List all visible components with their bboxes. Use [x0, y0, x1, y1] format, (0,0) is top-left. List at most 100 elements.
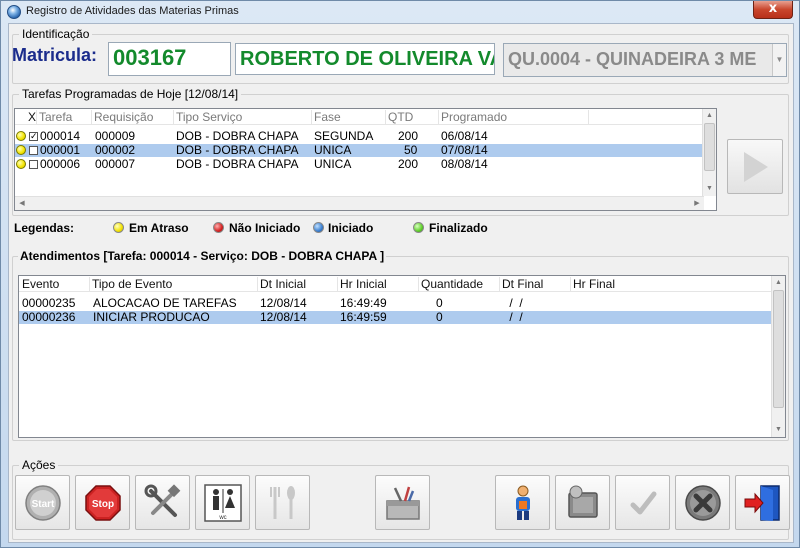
col-qtd[interactable]: QTD	[386, 110, 439, 124]
row-checkbox[interactable]	[29, 160, 38, 169]
atendimentos-title: Atendimentos [Tarefa: 000014 - Serviço: …	[18, 249, 387, 263]
status-em-atraso-icon	[16, 159, 26, 169]
scroll-down-icon[interactable]: ▼	[772, 423, 785, 437]
em-atraso-dot-icon	[113, 222, 124, 233]
checkmark-icon	[630, 491, 657, 515]
col-fase[interactable]: Fase	[312, 110, 386, 124]
cell-requisicao: 000002	[95, 143, 136, 157]
scroll-thumb[interactable]	[704, 123, 715, 171]
table-row[interactable]: 00000235 ALOCACAO DE TAREFAS 12/08/14 16…	[19, 297, 773, 310]
table-row-selected[interactable]: 000001 000002 DOB - DOBRA CHAPA UNICA 50…	[15, 144, 704, 157]
window-title: Registro de Atividades das Materias Prim…	[26, 5, 239, 17]
restroom-button[interactable]: wc	[195, 475, 250, 530]
restroom-icon: wc	[204, 484, 242, 522]
identificacao-legend: Identificação	[19, 27, 93, 41]
status-em-atraso-icon	[16, 131, 26, 141]
col-programado[interactable]: Programado	[439, 110, 589, 124]
title-bar[interactable]: Registro de Atividades das Materias Prim…	[1, 1, 799, 23]
close-button[interactable]: x	[753, 1, 793, 19]
cell-qtd: 200	[398, 157, 419, 171]
scroll-thumb[interactable]	[773, 290, 784, 408]
col-dt-final[interactable]: Dt Final	[500, 277, 571, 291]
cell-fase: UNICA	[314, 157, 352, 171]
atendimentos-vscrollbar[interactable]: ▲ ▼	[771, 276, 785, 437]
toolbox-icon	[386, 486, 420, 520]
cell-hr-inicial: 16:49:49	[340, 296, 387, 310]
cell-tipo: DOB - DOBRA CHAPA	[176, 157, 299, 171]
scroll-left-icon[interactable]: ◀	[15, 197, 29, 210]
toolbox-button[interactable]	[375, 475, 430, 530]
maquina-value: QU.0004 - QUINADEIRA 3 ME	[508, 49, 757, 69]
scroll-down-icon[interactable]: ▼	[703, 182, 716, 196]
col-requisicao[interactable]: Requisição	[92, 110, 174, 124]
matricula-field[interactable]: 003167	[108, 42, 231, 76]
start-button[interactable]: Start	[15, 475, 70, 530]
person-icon	[516, 485, 530, 520]
cell-tipo: DOB - DOBRA CHAPA	[176, 143, 299, 157]
cell-tarefa: 000006	[40, 157, 81, 171]
col-tarefa[interactable]: Tarefa	[37, 110, 92, 124]
chevron-down-icon[interactable]: ▼	[772, 44, 786, 76]
cell-fase: SEGUNDA	[314, 129, 374, 143]
exit-icon	[744, 485, 780, 521]
wc-label: wc	[218, 515, 226, 521]
cancel-button[interactable]	[675, 475, 730, 530]
cancel-icon	[685, 485, 721, 521]
play-button[interactable]	[727, 139, 783, 194]
atendimentos-grid[interactable]: Evento Tipo de Evento Dt Inicial Hr Inic…	[18, 275, 786, 438]
scroll-up-icon[interactable]: ▲	[772, 276, 785, 290]
cell-tarefa: 000001	[40, 143, 81, 157]
tools-button[interactable]	[135, 475, 190, 530]
cell-quantidade: 0	[436, 310, 443, 324]
legend-nao-iniciado: Não Iniciado	[229, 221, 301, 235]
tarefas-grid[interactable]: X Tarefa Requisição Tipo Serviço Fase QT…	[14, 108, 717, 211]
person-button[interactable]	[495, 475, 550, 530]
start-label: Start	[32, 499, 55, 510]
scroll-up-icon[interactable]: ▲	[703, 109, 716, 123]
col-evento[interactable]: Evento	[19, 277, 90, 291]
col-tipo-evento[interactable]: Tipo de Evento	[90, 277, 258, 291]
legendas-title: Legendas:	[14, 221, 75, 235]
col-tipo-servico[interactable]: Tipo Serviço	[174, 110, 312, 124]
exit-button[interactable]	[735, 475, 790, 530]
cell-programado: 08/08/14	[441, 157, 488, 171]
cell-dt-inicial: 12/08/14	[260, 296, 307, 310]
tools-icon	[144, 484, 181, 517]
cell-tarefa: 000014	[40, 129, 81, 143]
status-em-atraso-icon	[16, 145, 26, 155]
maquina-select[interactable]: QU.0004 - QUINADEIRA 3 ME ▼	[503, 43, 787, 77]
tarefas-hscrollbar[interactable]: ◀ ▶	[15, 196, 704, 210]
cell-hr-inicial: 16:49:59	[340, 310, 387, 324]
cell-programado: 06/08/14	[441, 129, 488, 143]
tarefas-legend: Tarefas Programadas de Hoje [12/08/14]	[19, 87, 242, 101]
nao-iniciado-dot-icon	[213, 222, 224, 233]
start-icon: Start	[25, 485, 61, 521]
cell-quantidade: 0	[436, 296, 443, 310]
table-row[interactable]: 000006 000007 DOB - DOBRA CHAPA UNICA 20…	[15, 158, 704, 171]
col-hr-inicial[interactable]: Hr Inicial	[338, 277, 419, 291]
cell-dt-final: / /	[506, 296, 523, 310]
legend-row: Legendas: Em Atraso Não Iniciado Iniciad…	[9, 220, 789, 236]
legend-em-atraso: Em Atraso	[129, 221, 189, 235]
cell-tipo-evento: INICIAR PRODUCAO	[93, 310, 210, 324]
cell-evento: 00000235	[22, 296, 76, 310]
table-row[interactable]: ✓ 000014 000009 DOB - DOBRA CHAPA SEGUND…	[15, 130, 704, 143]
col-quantidade[interactable]: Quantidade	[419, 277, 500, 291]
row-checkbox[interactable]: ✓	[29, 132, 38, 142]
meal-button[interactable]	[255, 475, 310, 530]
col-x[interactable]: X	[27, 110, 37, 124]
table-row-selected[interactable]: 00000236 INICIAR PRODUCAO 12/08/14 16:49…	[19, 311, 773, 324]
tarefas-vscrollbar[interactable]: ▲ ▼	[702, 109, 716, 196]
nome-field[interactable]: ROBERTO DE OLIVEIRA VA	[235, 43, 495, 75]
stop-button[interactable]: Stop	[75, 475, 130, 530]
atendimentos-grid-header: Evento Tipo de Evento Dt Inicial Hr Inic…	[19, 276, 785, 292]
screen-icon	[568, 485, 598, 518]
confirm-button[interactable]	[615, 475, 670, 530]
row-checkbox[interactable]	[29, 146, 38, 155]
col-dt-inicial[interactable]: Dt Inicial	[258, 277, 338, 291]
col-hr-final[interactable]: Hr Final	[571, 277, 772, 291]
play-icon	[744, 152, 768, 182]
meal-icon	[270, 486, 295, 519]
screen-button[interactable]	[555, 475, 610, 530]
scroll-right-icon[interactable]: ▶	[690, 197, 704, 210]
